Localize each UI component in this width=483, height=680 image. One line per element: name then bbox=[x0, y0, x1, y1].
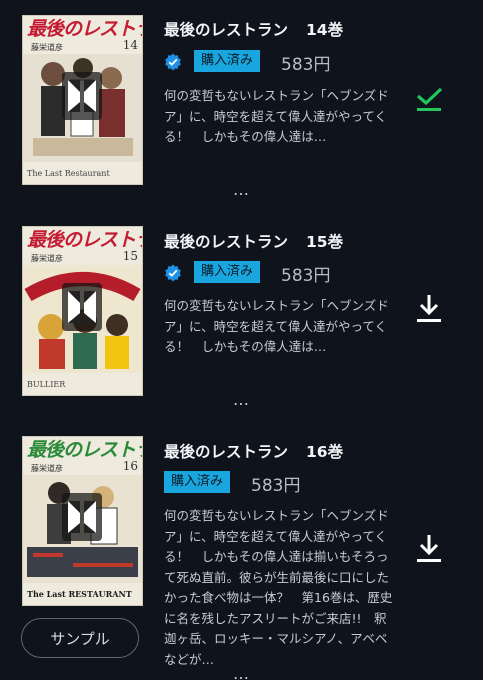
purchased-badge: 購入済み bbox=[194, 261, 261, 283]
download-icon[interactable] bbox=[412, 532, 446, 566]
book-title[interactable]: 最後のレストラン 15巻 bbox=[164, 230, 343, 252]
book-format-badge bbox=[62, 493, 102, 541]
book-list-screen: 最後のレストラン 14 藤栄道彦 The Last Restaurant bbox=[0, 0, 483, 680]
book-title-text: 最後のレストラン bbox=[164, 233, 289, 251]
cover-author: 藤栄道彦 bbox=[31, 464, 63, 473]
cover-subtitle: The Last RESTAURANT bbox=[27, 589, 132, 599]
verified-check-icon bbox=[165, 53, 181, 71]
book-cover[interactable]: 最後のレストラン 14 藤栄道彦 The Last Restaurant bbox=[22, 15, 143, 185]
cover-subtitle: BULLIER bbox=[27, 380, 66, 389]
more-indicator: … bbox=[233, 390, 251, 409]
cover-volume: 14 bbox=[122, 38, 138, 52]
book-title-text: 最後のレストラン bbox=[164, 443, 289, 461]
cover-author: 藤栄道彦 bbox=[31, 43, 63, 52]
verified-check-icon bbox=[165, 264, 181, 282]
download-icon[interactable] bbox=[412, 292, 446, 326]
book-description: 何の変哲もないレストラン「ヘブンズドア」に、時空を超えて偉人達がやってくる！ し… bbox=[164, 298, 389, 354]
purchased-badge: 購入済み bbox=[194, 50, 261, 72]
book-volume: 16巻 bbox=[306, 443, 344, 461]
check-icon[interactable] bbox=[412, 84, 446, 118]
purchased-badge: 購入済み bbox=[164, 471, 231, 493]
book-volume: 15巻 bbox=[306, 233, 344, 251]
price: 583円 bbox=[251, 476, 301, 496]
book-format-badge bbox=[62, 72, 102, 120]
book-title[interactable]: 最後のレストラン 16巻 bbox=[164, 440, 343, 462]
price: 583円 bbox=[281, 55, 331, 75]
book-icon bbox=[68, 501, 96, 533]
cover-author: 藤栄道彦 bbox=[31, 254, 63, 263]
book-description: 何の変哲もないレストラン「ヘブンズドア」に、時空を超えて偉人達がやってくる！ し… bbox=[164, 88, 389, 144]
cover-title: 最後のレストラン bbox=[27, 18, 142, 40]
book-icon bbox=[68, 80, 96, 112]
cover-title: 最後のレストラン bbox=[27, 229, 142, 251]
book-title-text: 最後のレストラン bbox=[164, 21, 289, 39]
book-format-badge bbox=[62, 283, 102, 331]
book-description: 何の変哲もないレストラン「ヘブンズドア」に、時空を超えて偉人達がやってくる！ し… bbox=[164, 508, 393, 667]
cover-title: 最後のレストラン bbox=[27, 439, 142, 461]
book-volume: 14巻 bbox=[306, 21, 344, 39]
book-cover[interactable]: 最後のレストラン 16 藤栄道彦 The Last RESTAURANT bbox=[22, 436, 143, 606]
more-indicator: … bbox=[233, 664, 251, 680]
more-indicator: … bbox=[233, 180, 251, 199]
book-title[interactable]: 最後のレストラン 14巻 bbox=[164, 18, 343, 40]
cover-subtitle: The Last Restaurant bbox=[27, 169, 110, 178]
sample-button[interactable]: サンプル bbox=[21, 618, 139, 658]
cover-volume: 16 bbox=[122, 459, 138, 473]
cover-volume: 15 bbox=[122, 249, 138, 263]
price: 583円 bbox=[281, 266, 331, 286]
book-cover[interactable]: 最後のレストラン 15 藤栄道彦 BULLIER bbox=[22, 226, 143, 396]
book-icon bbox=[68, 291, 96, 323]
